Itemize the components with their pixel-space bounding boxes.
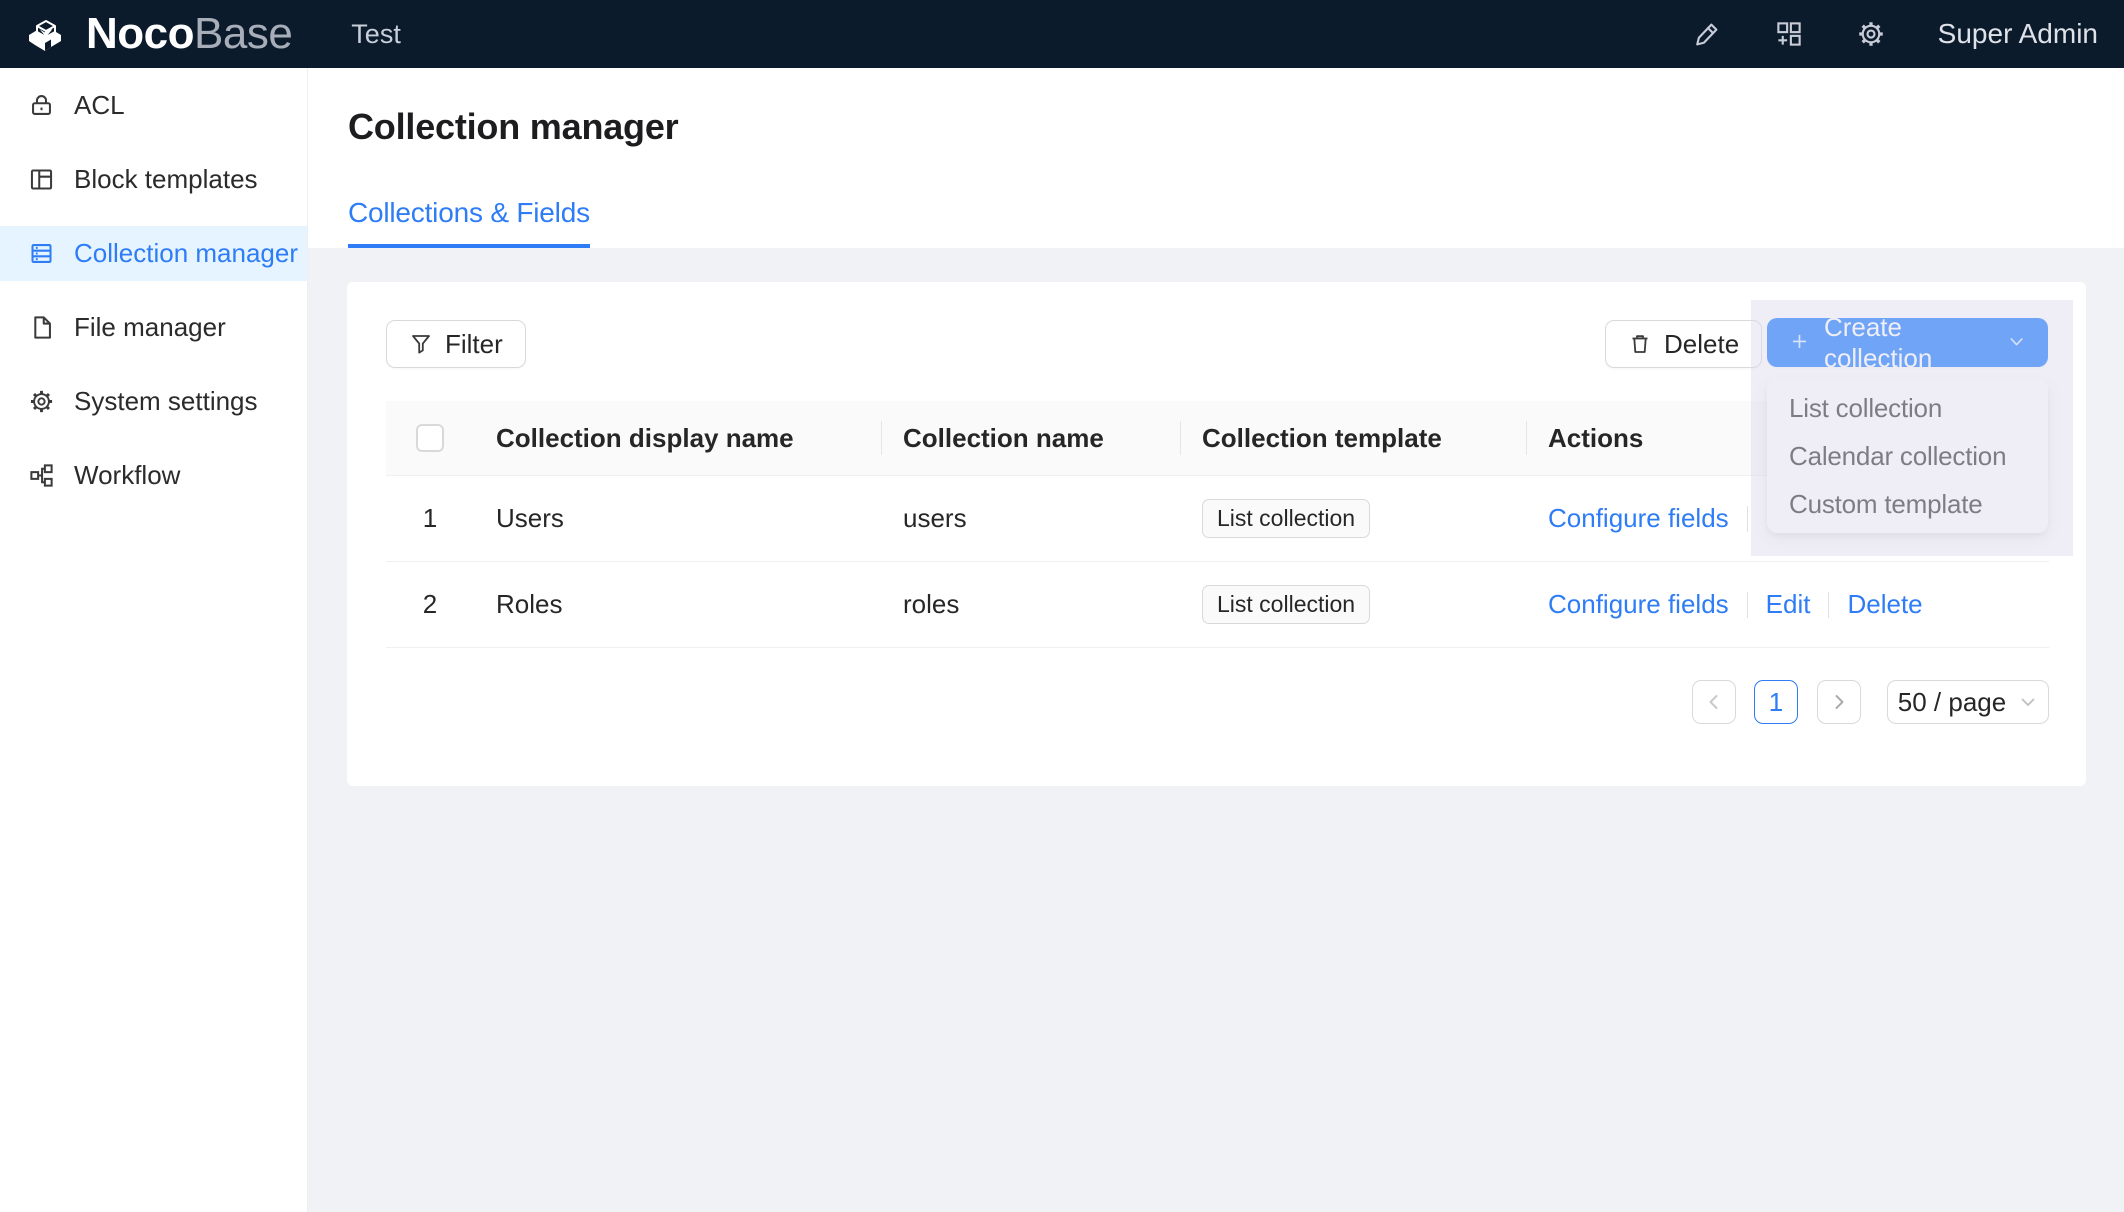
chevron-down-icon [2007,332,2026,354]
configure-fields-link[interactable]: Configure fields [1548,589,1729,620]
select-all-checkbox[interactable] [416,424,444,452]
content-area: Filter Delete Create c [308,248,2124,1212]
logo-wordmark: NocoBase [86,12,292,56]
cell-template: List collection [1180,499,1526,538]
cell-display-name: Users [474,503,881,534]
nocobase-logo[interactable]: NocoBase [0,12,292,56]
sidebar-item-system-settings[interactable]: System settings [0,374,307,429]
layout-icon [28,166,55,193]
page-size-select[interactable]: 50 / page [1887,680,2049,724]
row-index: 2 [386,589,474,620]
trash-icon [1628,332,1652,356]
filter-icon [409,332,433,356]
template-tag: List collection [1202,585,1370,624]
cell-collection-name: users [881,503,1180,534]
menu-item-calendar-collection[interactable]: Calendar collection [1767,432,2048,480]
lock-icon [28,92,55,119]
blocks-add-icon[interactable] [1774,19,1804,49]
column-header-template: Collection template [1180,423,1526,454]
cell-template: List collection [1180,585,1526,624]
tab-bar: Collections & Fields [348,197,590,248]
sidebar-item-file-manager[interactable]: File manager [0,300,307,355]
filter-button[interactable]: Filter [386,320,526,368]
delete-button[interactable]: Delete [1605,320,1762,368]
action-divider [1747,592,1748,618]
filter-button-label: Filter [445,329,503,360]
menu-item-custom-template[interactable]: Custom template [1767,480,2048,528]
workflow-icon [28,462,55,489]
pagination: 1 50 / page [1692,680,2049,724]
page-header: Collection manager Collections & Fields [308,68,2124,248]
action-divider [1828,592,1829,618]
navbar-right: Super Admin [1692,18,2124,50]
nocobase-logo-icon [25,13,71,55]
row-index: 1 [386,503,474,534]
main-menu: Test [349,19,403,50]
tab-collections-fields[interactable]: Collections & Fields [348,197,590,248]
cell-collection-name: roles [881,589,1180,620]
sidebar-item-block-templates[interactable]: Block templates [0,152,307,207]
logo-base: Base [194,9,292,58]
main-area: Collection manager Collections & Fields … [308,68,2124,1212]
page-number-1[interactable]: 1 [1754,680,1798,724]
table-row: 2 Roles roles List collection Configure … [386,562,2049,648]
sidebar-item-workflow[interactable]: Workflow [0,448,307,503]
delete-button-label: Delete [1664,329,1739,360]
action-divider [1747,506,1748,532]
gear-icon[interactable] [1856,19,1886,49]
cell-display-name: Roles [474,589,881,620]
sidebar-item-label: Block templates [74,164,258,195]
sidebar-item-label: ACL [74,90,125,121]
page-title: Collection manager [308,68,2124,148]
template-tag: List collection [1202,499,1370,538]
edit-link[interactable]: Edit [1766,589,1811,620]
chevron-down-icon [2018,692,2038,712]
header-checkbox-cell [386,424,474,452]
collections-card: Filter Delete Create c [347,282,2086,786]
configure-fields-link[interactable]: Configure fields [1548,503,1729,534]
create-collection-dropdown: List collection Calendar collection Cust… [1767,379,2048,533]
plus-icon [1789,331,1810,355]
file-icon [28,314,55,341]
menu-item-list-collection[interactable]: List collection [1767,384,2048,432]
next-page-button[interactable] [1817,680,1861,724]
gear-icon [28,388,55,415]
user-menu[interactable]: Super Admin [1938,18,2098,50]
sidebar-item-label: Collection manager [74,238,298,269]
settings-sidebar: ACL Block templates Collection manager [0,68,308,1212]
collection-icon [28,240,55,267]
delete-link[interactable]: Delete [1847,589,1922,620]
prev-page-button[interactable] [1692,680,1736,724]
sidebar-item-acl[interactable]: ACL [0,78,307,133]
column-header-display-name: Collection display name [474,423,881,454]
cell-actions: Configure fields Edit Delete [1526,589,2049,620]
sidebar-item-label: System settings [74,386,258,417]
sidebar-item-collection-manager[interactable]: Collection manager [0,226,307,281]
sidebar-item-label: File manager [74,312,226,343]
sidebar-item-label: Workflow [74,460,180,491]
column-header-name: Collection name [881,423,1180,454]
highlighter-icon[interactable] [1692,19,1722,49]
logo-noco: Noco [86,9,194,58]
top-navbar: NocoBase Test [0,0,2124,68]
menu-item-test[interactable]: Test [349,11,403,57]
create-collection-button[interactable]: Create collection [1767,318,2048,367]
create-collection-label: Create collection [1824,312,1993,374]
page-size-value: 50 / page [1898,687,2006,718]
